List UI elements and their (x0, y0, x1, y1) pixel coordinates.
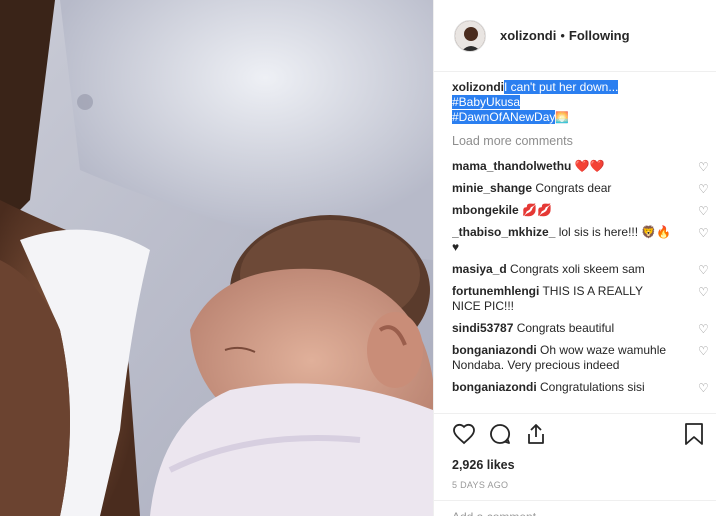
caption-hashtag-babyukusa[interactable]: #BabyUkusa (452, 95, 521, 109)
baby-photo-image (0, 0, 433, 516)
comment-username[interactable]: sindi53787 (452, 321, 513, 335)
comment-text: Congrats dear (535, 181, 612, 195)
comment-text: Congratulations sisi (540, 380, 645, 394)
comment-row: masiya_d Congrats xoli skeem sam ♡ (452, 259, 710, 281)
sunrise-emoji: 🌅 (555, 112, 570, 124)
comment-username[interactable]: minie_shange (452, 181, 532, 195)
comment-text: Congrats xoli skeem sam (510, 262, 645, 276)
instagram-post: xolizondi • Following xolizondiI can't p… (0, 0, 716, 516)
post-timestamp[interactable]: 5 DAYS AGO (452, 480, 705, 490)
small-heart-icon[interactable]: ♡ (698, 382, 710, 394)
comment-bubble-icon[interactable] (488, 422, 512, 451)
comment-username[interactable]: _thabiso_mkhize_ (452, 225, 555, 239)
comment-username[interactable]: bonganiazondi (452, 343, 537, 357)
comment-username[interactable]: mama_thandolwethu (452, 159, 571, 173)
bookmark-icon[interactable] (683, 422, 705, 451)
small-heart-icon[interactable]: ♡ (698, 345, 710, 357)
add-comment-input[interactable]: Add a comment... (434, 500, 716, 516)
post-sidebar: xolizondi • Following xolizondiI can't p… (433, 0, 716, 516)
comment-username[interactable]: fortunemhlengi (452, 284, 539, 298)
post-header: xolizondi • Following (434, 0, 716, 72)
caption-line-1: I can't put her down... (504, 80, 619, 94)
small-heart-icon[interactable]: ♡ (698, 264, 710, 276)
avatar-image (455, 20, 485, 51)
action-icons (452, 422, 705, 450)
caption-username[interactable]: xolizondi (452, 80, 504, 94)
avatar[interactable] (454, 19, 486, 52)
load-more-comments[interactable]: Load more comments (452, 134, 710, 149)
small-heart-icon[interactable]: ♡ (698, 286, 710, 298)
action-bar: 2,926 likes 5 DAYS AGO (434, 413, 716, 490)
small-heart-icon[interactable]: ♡ (698, 227, 710, 239)
small-heart-icon[interactable]: ♡ (698, 323, 710, 335)
comment-username[interactable]: bonganiazondi (452, 380, 537, 394)
post-photo[interactable] (0, 0, 433, 516)
comment-row: bonganiazondi Oh wow waze wamuhle Nondab… (452, 340, 710, 377)
comment-row: mbongekile 💋💋 ♡ (452, 200, 710, 222)
comment-text: Congrats beautiful (516, 321, 615, 335)
header-username[interactable]: xolizondi (500, 28, 556, 43)
comment-row: _thabiso_mkhize_ lol sis is here!!! 🦁🔥♥ … (452, 222, 710, 259)
comment-row: mama_thandolwethu ❤️❤️ ♡ (452, 156, 710, 178)
small-heart-icon[interactable]: ♡ (698, 205, 710, 217)
comment-row: fortunemhlengi THIS IS A REALLY NICE PIC… (452, 281, 710, 318)
comment-row: minie_shange Congrats dear ♡ (452, 178, 710, 200)
share-icon[interactable] (524, 422, 548, 451)
header-separator: • (560, 28, 565, 43)
caption: xolizondiI can't put her down... #BabyUk… (452, 80, 710, 126)
small-heart-icon[interactable]: ♡ (698, 183, 710, 195)
comment-text: ❤️❤️ (574, 159, 605, 173)
comments-list[interactable]: xolizondiI can't put her down... #BabyUk… (452, 80, 710, 410)
caption-hashtag-dawnofanewday[interactable]: #DawnOfANewDay (452, 110, 556, 124)
comment-row: bonganiazondi Congratulations sisi ♡ (452, 377, 710, 399)
small-heart-icon[interactable]: ♡ (698, 161, 710, 173)
following-button[interactable]: Following (569, 28, 630, 43)
comment-username[interactable]: masiya_d (452, 262, 507, 276)
comment-username[interactable]: mbongekile (452, 203, 519, 217)
heart-icon[interactable] (452, 422, 476, 451)
comment-text: 💋💋 (522, 203, 552, 217)
comment-row: sindi53787 Congrats beautiful ♡ (452, 318, 710, 340)
likes-count[interactable]: 2,926 likes (452, 458, 705, 472)
